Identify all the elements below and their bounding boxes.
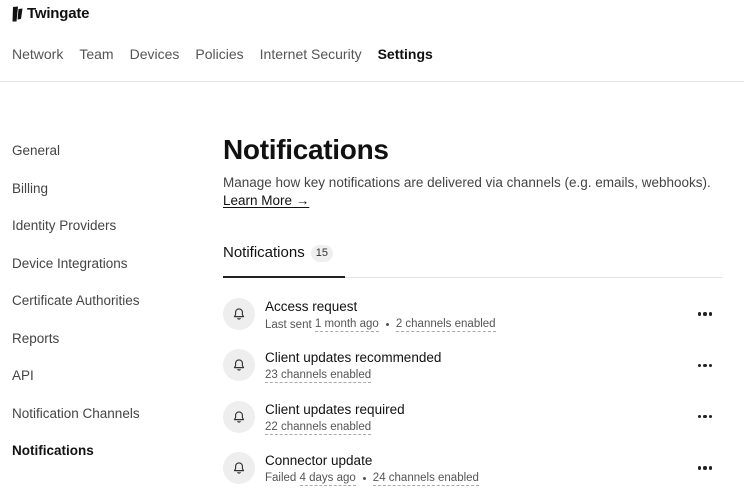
sidebar-item-general[interactable]: General (12, 143, 140, 181)
channels-enabled: 2 channels enabled (395, 318, 496, 332)
meta-prefix: Failed (265, 472, 297, 485)
nav-settings[interactable]: Settings (378, 46, 433, 62)
more-horizontal-icon[interactable] (693, 458, 717, 478)
more-horizontal-icon[interactable] (693, 407, 717, 427)
failed-time: 4 days ago (299, 471, 356, 486)
bell-icon (223, 298, 255, 330)
more-horizontal-icon[interactable] (693, 304, 717, 324)
nav-internet-security[interactable]: Internet Security (260, 46, 362, 62)
header-divider (0, 81, 744, 82)
notification-title: Client updates required (265, 401, 405, 417)
tab-notifications[interactable]: Notifications 15 (223, 243, 345, 278)
notification-title: Connector update (265, 452, 373, 468)
sidebar-item-certificate-authorities[interactable]: Certificate Authorities (12, 293, 140, 331)
notification-meta: 23 channels enabled (265, 368, 372, 384)
notification-meta: Last sent 1 month ago 2 channels enabled (265, 317, 496, 332)
main-content: Notifications Manage how key notificatio… (223, 130, 723, 210)
separator-dot (362, 476, 366, 480)
tab-label: Notifications (223, 244, 305, 261)
nav-team[interactable]: Team (79, 46, 113, 62)
bell-icon (223, 451, 255, 484)
sidebar-item-notifications[interactable]: Notifications (12, 443, 140, 481)
sidebar-item-identity-providers[interactable]: Identity Providers (12, 218, 140, 256)
learn-more-link[interactable]: Learn More → (223, 192, 309, 210)
nav-network[interactable]: Network (12, 46, 63, 62)
top-navigation: Network Team Devices Policies Internet S… (12, 46, 449, 62)
twingate-logo-icon (12, 6, 23, 21)
page-title: Notifications (223, 134, 389, 165)
tab-bar: Notifications 15 (223, 243, 723, 278)
channels-enabled: 22 channels enabled (265, 420, 372, 435)
page-description: Manage how key notifications are deliver… (223, 175, 711, 190)
notification-title: Access request (265, 299, 358, 314)
list-item[interactable]: Client updates required 22 channels enab… (223, 393, 723, 444)
channels-enabled: 24 channels enabled (372, 471, 479, 486)
list-item[interactable]: Access request Last sent 1 month ago 2 c… (223, 290, 723, 341)
settings-sidebar: General Billing Identity Providers Devic… (12, 143, 140, 481)
sidebar-item-billing[interactable]: Billing (12, 181, 140, 219)
sidebar-item-notification-channels[interactable]: Notification Channels (12, 406, 140, 444)
last-sent-time: 1 month ago (314, 318, 379, 332)
bell-icon (223, 349, 255, 382)
notification-meta: 22 channels enabled (265, 420, 372, 435)
channels-enabled: 23 channels enabled (265, 369, 372, 384)
sidebar-item-reports[interactable]: Reports (12, 331, 140, 369)
more-horizontal-icon[interactable] (693, 355, 717, 375)
brand-name: Twingate (27, 5, 90, 22)
count-badge: 15 (310, 245, 333, 262)
bell-icon (223, 400, 255, 433)
notification-list: Access request Last sent 1 month ago 2 c… (223, 290, 723, 493)
brand-logo[interactable]: Twingate (12, 5, 89, 22)
nav-policies[interactable]: Policies (195, 46, 243, 62)
notification-title: Client updates recommended (265, 350, 442, 366)
list-item[interactable]: Connector update Failed 4 days ago 24 ch… (223, 444, 723, 493)
meta-prefix: Last sent (265, 318, 312, 331)
separator-dot (385, 323, 389, 326)
nav-devices[interactable]: Devices (130, 46, 180, 62)
list-item[interactable]: Client updates recommended 23 channels e… (223, 341, 723, 392)
notification-meta: Failed 4 days ago 24 channels enabled (265, 471, 479, 486)
sidebar-item-api[interactable]: API (12, 368, 140, 406)
sidebar-item-device-integrations[interactable]: Device Integrations (12, 256, 140, 294)
